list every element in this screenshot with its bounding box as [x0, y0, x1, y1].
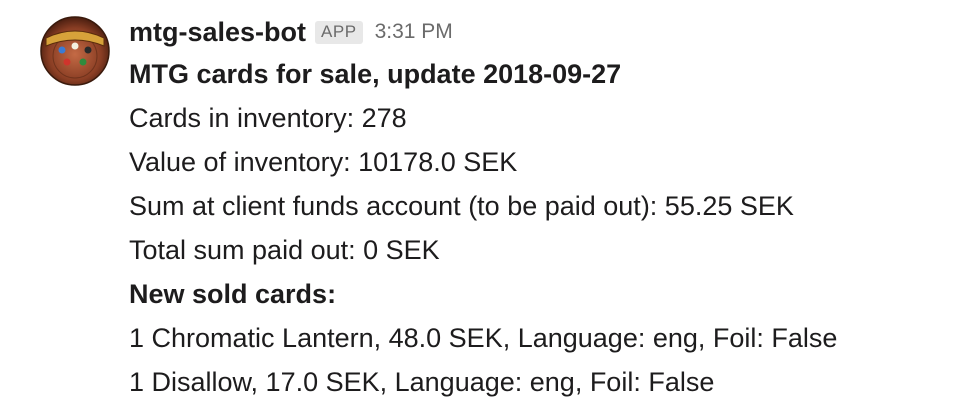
sold-cards-heading: New sold cards: — [129, 279, 337, 309]
client-funds-line: Sum at client funds account (to be paid … — [129, 191, 794, 221]
chat-message: mtg-sales-bot APP 3:31 PM MTG cards for … — [0, 0, 958, 412]
message-timestamp[interactable]: 3:31 PM — [375, 20, 453, 44]
bot-avatar[interactable] — [40, 16, 110, 86]
message-header: mtg-sales-bot APP 3:31 PM — [129, 12, 949, 52]
sold-card-item: 1 Chromatic Lantern, 48.0 SEK, Language:… — [129, 323, 838, 353]
inventory-count-line: Cards in inventory: 278 — [129, 103, 407, 133]
message-title: MTG cards for sale, update 2018-09-27 — [129, 59, 622, 89]
inventory-value-line: Value of inventory: 10178.0 SEK — [129, 147, 518, 177]
app-badge: APP — [315, 20, 363, 44]
magic-the-gathering-logo-icon — [40, 16, 110, 86]
total-paid-line: Total sum paid out: 0 SEK — [129, 235, 440, 265]
message-content: mtg-sales-bot APP 3:31 PM MTG cards for … — [129, 12, 949, 404]
sold-card-item: 1 Disallow, 17.0 SEK, Language: eng, Foi… — [129, 367, 715, 397]
bot-name-link[interactable]: mtg-sales-bot — [129, 17, 306, 48]
